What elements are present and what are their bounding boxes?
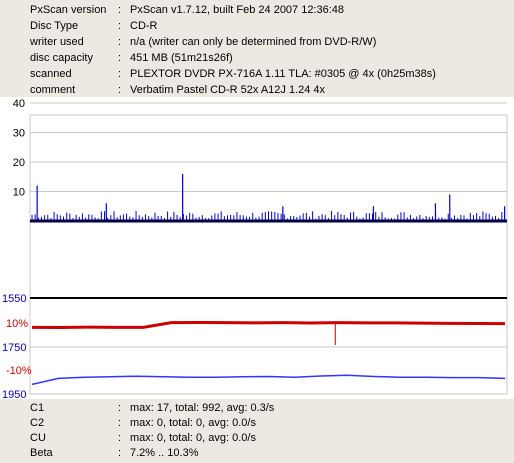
- stat-value: max: 0, total: 0, avg: 0.0/s: [130, 432, 256, 444]
- info-separator: :: [118, 84, 122, 96]
- c1-tick-label: 20: [13, 157, 25, 169]
- stat-separator: :: [118, 417, 122, 429]
- info-separator: :: [118, 20, 122, 32]
- info-value: CD-R: [130, 20, 158, 32]
- info-separator: :: [118, 4, 122, 16]
- stat-separator: :: [118, 447, 122, 459]
- plot-frame: [29, 114, 508, 395]
- jitter-series-line: [31, 374, 506, 386]
- stat-separator: :: [118, 402, 122, 414]
- info-label: scanned: [30, 68, 72, 80]
- info-value: 451 MB (51m21s26f): [130, 52, 233, 64]
- jitter-tick-label: 1950: [2, 389, 26, 399]
- info-value: Verbatim Pastel CD-R 52x A12J 1.24 4x: [130, 84, 326, 96]
- disc-info-panel: PxScan version : PxScan v1.7.12, built F…: [0, 0, 514, 97]
- stat-label: Beta: [30, 447, 53, 459]
- scan-plot-panel: 10 20 30 40 1550 1750 1950 10% -10%: [0, 97, 514, 399]
- info-value: n/a (writer can only be determined from …: [130, 36, 377, 48]
- stat-label: C1: [30, 402, 45, 414]
- scan-plot: 10 20 30 40 1550 1750 1950 10% -10%: [2, 98, 508, 399]
- beta-series-line: [31, 321, 506, 329]
- stat-label: CU: [30, 432, 46, 444]
- info-value: PLEXTOR DVDR PX-716A 1.11 TLA: #0305 @ 4…: [130, 68, 436, 80]
- beta-tick-label: 10%: [6, 318, 28, 330]
- c1-tick-label: 30: [13, 128, 25, 140]
- info-label: comment: [30, 84, 76, 96]
- info-separator: :: [118, 36, 122, 48]
- jitter-tick-label: 1750: [2, 342, 26, 354]
- info-label: Disc Type: [30, 20, 79, 32]
- stat-value: max: 17, total: 992, avg: 0.3/s: [130, 402, 275, 414]
- scan-stats-panel: C1 : max: 17, total: 992, avg: 0.3/s C2 …: [0, 399, 514, 463]
- info-label: disc capacity: [30, 52, 93, 64]
- jitter-tick-label: 1550: [2, 293, 26, 305]
- info-separator: :: [118, 52, 122, 64]
- stat-label: C2: [30, 417, 45, 429]
- stat-separator: :: [118, 432, 122, 444]
- info-value: PxScan v1.7.12, built Feb 24 2007 12:36:…: [130, 4, 345, 16]
- info-separator: :: [118, 68, 122, 80]
- info-label: PxScan version: [30, 4, 107, 16]
- beta-tick-label: -10%: [6, 365, 32, 377]
- c1-tick-label: 10: [13, 187, 25, 199]
- stat-value: 7.2% .. 10.3%: [130, 447, 199, 459]
- info-label: writer used: [30, 36, 84, 48]
- c1-tick-label: 40: [13, 98, 25, 110]
- stat-value: max: 0, total: 0, avg: 0.0/s: [130, 417, 256, 429]
